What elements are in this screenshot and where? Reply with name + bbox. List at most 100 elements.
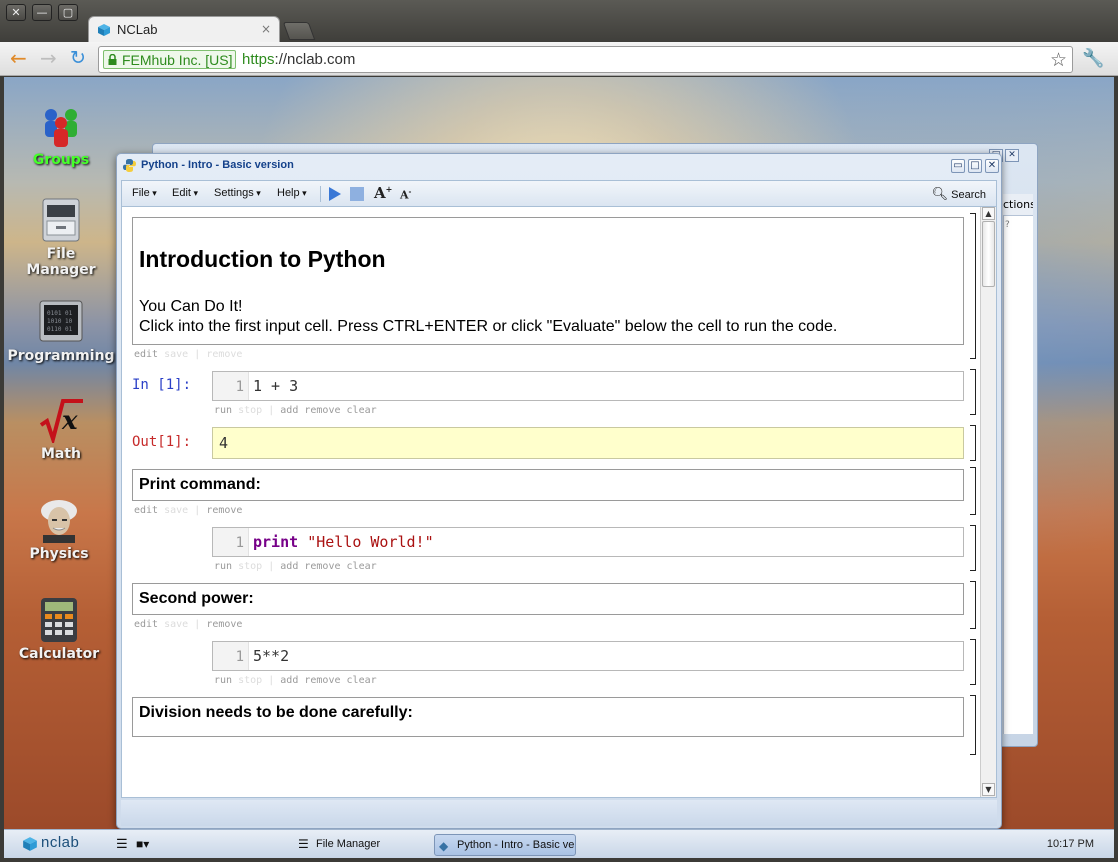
show-desktop-icon[interactable]: ☰ xyxy=(116,834,128,856)
remove-link[interactable]: remove xyxy=(206,619,242,630)
reload-icon[interactable]: ↻ xyxy=(70,48,86,68)
menu-file[interactable]: File xyxy=(132,187,157,199)
run-play-icon[interactable] xyxy=(328,186,342,202)
add-link[interactable]: add xyxy=(280,675,298,686)
lock-icon xyxy=(108,54,117,65)
notebook-menubar: File Edit Settings Help A+ A- 🔍︎ Search xyxy=(121,180,997,206)
code-cell-3[interactable]: 1 5**2 xyxy=(212,641,964,671)
browser-toolbar: ← → ↻ FEMhub Inc. [US] https://nclab.com… xyxy=(0,42,1118,76)
file-cabinet-icon: ☰ xyxy=(298,837,309,851)
terminal-icon: 0101 01 1010 10 0110 01 xyxy=(39,300,83,342)
run-link[interactable]: run xyxy=(214,405,232,416)
save-link[interactable]: save xyxy=(164,349,188,360)
cell-bracket xyxy=(970,467,976,515)
edit-link[interactable]: edit xyxy=(134,619,158,630)
cell-bracket xyxy=(970,695,976,755)
desktop-icon-file-manager[interactable]: File Manager xyxy=(6,197,116,278)
taskbar-item-label: File Manager xyxy=(316,838,381,850)
text-cell-tools: edit save | remove xyxy=(134,619,242,630)
clear-link[interactable]: clear xyxy=(347,405,377,416)
minimize-window-button[interactable]: — xyxy=(32,4,52,21)
save-link[interactable]: save xyxy=(164,505,188,516)
desktop-icon-programming[interactable]: 0101 01 1010 10 0110 01 Programming xyxy=(6,299,116,364)
font-decrease-icon[interactable]: A- xyxy=(400,187,411,202)
stop-square-icon[interactable] xyxy=(350,187,364,201)
add-link[interactable]: add xyxy=(280,561,298,572)
browser-tab-nclab[interactable]: NCLab × xyxy=(88,16,280,43)
search-label: Search xyxy=(951,189,986,201)
nclab-brand: nclab xyxy=(41,834,80,851)
stop-link[interactable]: stop xyxy=(238,405,262,416)
edit-link[interactable]: edit xyxy=(134,505,158,516)
notebook-scrollbar[interactable]: ▲ ▼ xyxy=(980,207,996,797)
menu-edit[interactable]: Edit xyxy=(172,187,198,199)
menu-settings[interactable]: Settings xyxy=(214,187,261,199)
run-link[interactable]: run xyxy=(214,675,232,686)
new-tab-button[interactable] xyxy=(282,22,316,40)
bookmark-star-icon[interactable]: ☆ xyxy=(1050,49,1067,71)
desktop-icon-groups[interactable]: Groups xyxy=(6,103,116,168)
intro-line-2: Click into the first input cell. Press C… xyxy=(139,318,838,335)
remove-link[interactable]: remove xyxy=(304,561,340,572)
run-link[interactable]: run xyxy=(214,561,232,572)
python-logo-icon: ◆ xyxy=(439,839,449,853)
forward-arrow-icon[interactable]: → xyxy=(40,48,57,68)
clear-link[interactable]: clear xyxy=(347,675,377,686)
code-line[interactable]: 1 + 3 xyxy=(253,377,298,395)
remove-link[interactable]: remove xyxy=(206,349,242,360)
taskbar-python-window[interactable]: ◆ Python - Intro - Basic ve xyxy=(434,834,576,856)
scroll-up-arrow-icon[interactable]: ▲ xyxy=(982,207,995,220)
maximize-button[interactable]: □ xyxy=(968,159,982,173)
code-cell-1[interactable]: 1 1 + 3 xyxy=(212,371,964,401)
desktop-icon-physics[interactable]: Physics xyxy=(4,497,114,562)
code-cell-tools: run stop | add remove clear xyxy=(214,561,377,572)
font-increase-icon[interactable]: A+ xyxy=(374,184,392,202)
window-list-icon[interactable]: ■▾ xyxy=(136,834,149,856)
back-arrow-icon[interactable]: ← xyxy=(10,48,27,68)
scrollbar-thumb[interactable] xyxy=(982,221,995,287)
remove-link[interactable]: remove xyxy=(304,405,340,416)
tools-separator: | xyxy=(268,561,275,572)
text-cell-second-power[interactable]: Second power: xyxy=(132,583,964,615)
desktop-icon-label: File Manager xyxy=(26,246,96,278)
nclab-cube-icon xyxy=(23,837,37,851)
cell-bracket xyxy=(970,525,976,571)
stop-link[interactable]: stop xyxy=(238,561,262,572)
desktop-icon-calculator[interactable]: Calculator xyxy=(4,597,114,662)
maximize-window-button[interactable]: ▢ xyxy=(58,4,78,21)
input-prompt: In [1]: xyxy=(132,377,192,393)
save-link[interactable]: save xyxy=(164,619,188,630)
close-window-button[interactable]: ✕ xyxy=(6,4,26,21)
desktop-icon-math[interactable]: x Math xyxy=(6,397,116,462)
search-button[interactable]: 🔍︎ Search xyxy=(932,186,986,202)
scroll-down-arrow-icon[interactable]: ▼ xyxy=(982,783,995,796)
taskbar-file-manager[interactable]: ☰ File Manager xyxy=(294,834,430,856)
wrench-icon[interactable]: 🔧 xyxy=(1082,48,1104,69)
taskbar-clock: 10:17 PM xyxy=(1046,838,1094,850)
stop-link[interactable]: stop xyxy=(238,675,262,686)
python-notebook-window[interactable]: Python - Intro - Basic version ▭ □ ✕ Fil… xyxy=(116,153,1002,829)
ev-certificate-badge[interactable]: FEMhub Inc. [US] xyxy=(103,50,237,69)
menu-help[interactable]: Help xyxy=(277,187,307,199)
code-line[interactable]: 5**2 xyxy=(253,647,289,665)
url-text[interactable]: https://nclab.com xyxy=(242,51,355,68)
add-link[interactable]: add xyxy=(280,405,298,416)
remove-link[interactable]: remove xyxy=(304,675,340,686)
text-cell-intro[interactable]: Introduction to Python You Can Do It! Cl… xyxy=(132,217,964,345)
tab-close-icon[interactable]: × xyxy=(261,22,271,36)
clear-link[interactable]: clear xyxy=(347,561,377,572)
code-line[interactable]: print "Hello World!" xyxy=(253,533,434,551)
address-bar[interactable]: FEMhub Inc. [US] https://nclab.com ☆ xyxy=(98,46,1073,73)
code-cell-2[interactable]: 1 print "Hello World!" xyxy=(212,527,964,557)
keyword-print: print xyxy=(253,533,299,551)
text-cell-division[interactable]: Division needs to be done carefully: xyxy=(132,697,964,737)
text-cell-print[interactable]: Print command: xyxy=(132,469,964,501)
desktop-icon-label: Math xyxy=(40,446,82,462)
tools-separator: | xyxy=(268,675,275,686)
minimize-button[interactable]: ▭ xyxy=(951,159,965,173)
remove-link[interactable]: remove xyxy=(206,505,242,516)
svg-text:x: x xyxy=(61,406,78,436)
back-window-close-button[interactable]: ✕ xyxy=(1005,149,1019,162)
close-button[interactable]: ✕ xyxy=(985,159,999,173)
edit-link[interactable]: edit xyxy=(134,349,158,360)
